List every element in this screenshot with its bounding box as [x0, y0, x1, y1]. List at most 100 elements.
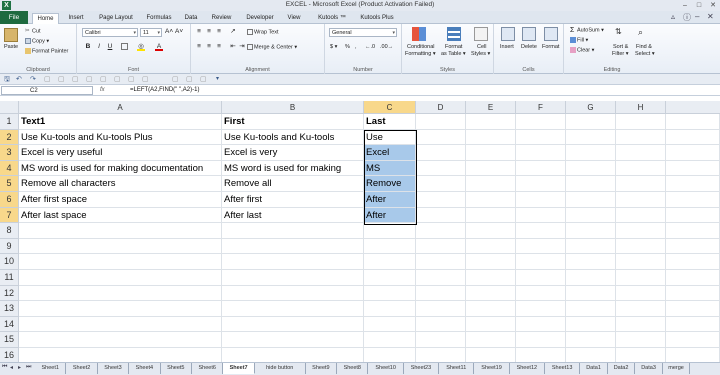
cell-h12[interactable] — [616, 285, 666, 302]
cell-i6[interactable] — [666, 192, 720, 208]
shrink-font-button[interactable]: A˅ — [175, 28, 183, 36]
tab-developer[interactable]: Developer — [242, 13, 278, 24]
minimize-button[interactable]: – — [678, 0, 692, 11]
cell-h8[interactable] — [616, 223, 666, 239]
cell-h13[interactable] — [616, 301, 666, 317]
tab-home[interactable]: Home — [32, 13, 59, 24]
cell-c14[interactable] — [364, 316, 416, 333]
cell-g2[interactable] — [566, 129, 616, 146]
sheet-tab[interactable]: Sheet1 — [35, 363, 67, 374]
sheet-tab[interactable]: Sheet23 — [404, 363, 440, 374]
cell-e15[interactable] — [466, 332, 516, 348]
qat-icon-1[interactable]: ▢ — [44, 75, 51, 83]
insert-cells-icon[interactable] — [501, 27, 515, 41]
cell-i7[interactable] — [666, 207, 720, 224]
paste-icon[interactable] — [4, 28, 18, 42]
maximize-button[interactable]: □ — [692, 0, 706, 11]
cell-f13[interactable] — [516, 301, 566, 317]
cell-d9[interactable] — [416, 238, 466, 255]
cell-c8[interactable] — [364, 223, 416, 239]
row-header[interactable]: 1 — [0, 114, 19, 130]
conditional-formatting-button[interactable]: Conditional — [407, 44, 435, 51]
font-size-select[interactable]: 11 ▾ — [140, 28, 162, 37]
row-header[interactable]: 10 — [0, 254, 19, 270]
cell-b11[interactable] — [222, 270, 364, 286]
qat-icon-8[interactable]: ▢ — [142, 75, 149, 83]
row-header[interactable]: 11 — [0, 270, 19, 286]
cell-i8[interactable] — [666, 223, 720, 239]
cell-h5[interactable] — [616, 176, 666, 192]
row-header[interactable]: 12 — [0, 285, 19, 302]
qat-icon-7[interactable]: ▢ — [128, 75, 135, 83]
cell-i2[interactable] — [666, 129, 720, 146]
cell-c2[interactable]: Use — [364, 129, 416, 146]
cell-d15[interactable] — [416, 332, 466, 348]
help-icon[interactable]: ⓘ — [683, 12, 691, 23]
cell-i4[interactable] — [666, 160, 720, 177]
sheet-tab[interactable]: Sheet2 — [66, 363, 98, 374]
cell-a7[interactable]: After last space — [19, 207, 222, 224]
cell-b7[interactable]: After last — [222, 207, 364, 224]
column-header-h[interactable]: H — [616, 101, 666, 114]
cell-h9[interactable] — [616, 238, 666, 255]
cell-a11[interactable] — [19, 270, 222, 286]
cell-e9[interactable] — [466, 238, 516, 255]
cell-g16[interactable] — [566, 348, 616, 362]
cell-i3[interactable] — [666, 145, 720, 161]
cell-c1[interactable]: Last — [364, 114, 416, 130]
cell-e1[interactable] — [466, 114, 516, 130]
cell-i10[interactable] — [666, 254, 720, 270]
cell-g15[interactable] — [566, 332, 616, 348]
cell-f6[interactable] — [516, 192, 566, 208]
cell-styles-button[interactable]: Cell — [477, 44, 486, 51]
row-header[interactable]: 5 — [0, 176, 19, 192]
align-middle-icon[interactable]: ≡ — [205, 28, 213, 36]
select-all-corner[interactable] — [0, 101, 19, 114]
cell-i16[interactable] — [666, 348, 720, 362]
sheet-tab[interactable]: Sheet19 — [474, 363, 510, 374]
name-box[interactable]: C2 — [1, 86, 93, 95]
sheet-tab[interactable]: Sheet6 — [192, 363, 224, 374]
sort-filter-icon[interactable]: ⇅ — [615, 27, 629, 41]
clear-button[interactable]: Clear ▾ — [570, 47, 594, 54]
cell-c10[interactable] — [364, 254, 416, 270]
number-format-select[interactable]: General ▾ — [329, 28, 397, 37]
worksheet-grid[interactable]: A B C D E F G H 1 Text1 First Last 2 Use Ku-t… — [0, 101, 720, 362]
align-right-icon[interactable]: ≡ — [215, 43, 223, 51]
align-left-icon[interactable]: ≡ — [195, 43, 203, 51]
cell-c12[interactable] — [364, 285, 416, 302]
cell-e6[interactable] — [466, 192, 516, 208]
align-center-icon[interactable]: ≡ — [205, 43, 213, 51]
cell-e12[interactable] — [466, 285, 516, 302]
cell-d4[interactable] — [416, 160, 466, 177]
cell-e11[interactable] — [466, 270, 516, 286]
cell-g11[interactable] — [566, 270, 616, 286]
cell-i1[interactable] — [666, 114, 720, 130]
row-header[interactable]: 4 — [0, 160, 19, 177]
cell-a4[interactable]: MS word is used for making documentation — [19, 160, 222, 177]
cell-styles-icon[interactable] — [474, 27, 488, 41]
cell-f4[interactable] — [516, 160, 566, 177]
merge-center-button[interactable]: Merge & Center ▾ — [247, 44, 297, 51]
sheet-tab[interactable]: Sheet7 — [223, 363, 255, 374]
cell-c11[interactable] — [364, 270, 416, 286]
cell-a12[interactable] — [19, 285, 222, 302]
cell-f7[interactable] — [516, 207, 566, 224]
cell-a1[interactable]: Text1 — [19, 114, 222, 130]
cell-c3[interactable]: Excel — [364, 145, 416, 161]
cell-c9[interactable] — [364, 238, 416, 255]
qat-icon-4[interactable]: ▢ — [86, 75, 93, 83]
column-header-b[interactable]: B — [222, 101, 364, 114]
cell-h14[interactable] — [616, 316, 666, 333]
qat-icon-6[interactable]: ▢ — [114, 75, 121, 83]
formula-input[interactable]: =LEFT(A2,FIND(" ",A2)-1) — [130, 85, 199, 96]
cell-g12[interactable] — [566, 285, 616, 302]
format-painter-button[interactable]: Format Painter — [25, 48, 68, 55]
cell-g4[interactable] — [566, 160, 616, 177]
row-header[interactable]: 6 — [0, 192, 19, 208]
cell-h3[interactable] — [616, 145, 666, 161]
cell-g9[interactable] — [566, 238, 616, 255]
row-header[interactable]: 15 — [0, 332, 19, 348]
row-header[interactable]: 9 — [0, 238, 19, 255]
sheet-tab[interactable]: Data2 — [608, 363, 636, 374]
